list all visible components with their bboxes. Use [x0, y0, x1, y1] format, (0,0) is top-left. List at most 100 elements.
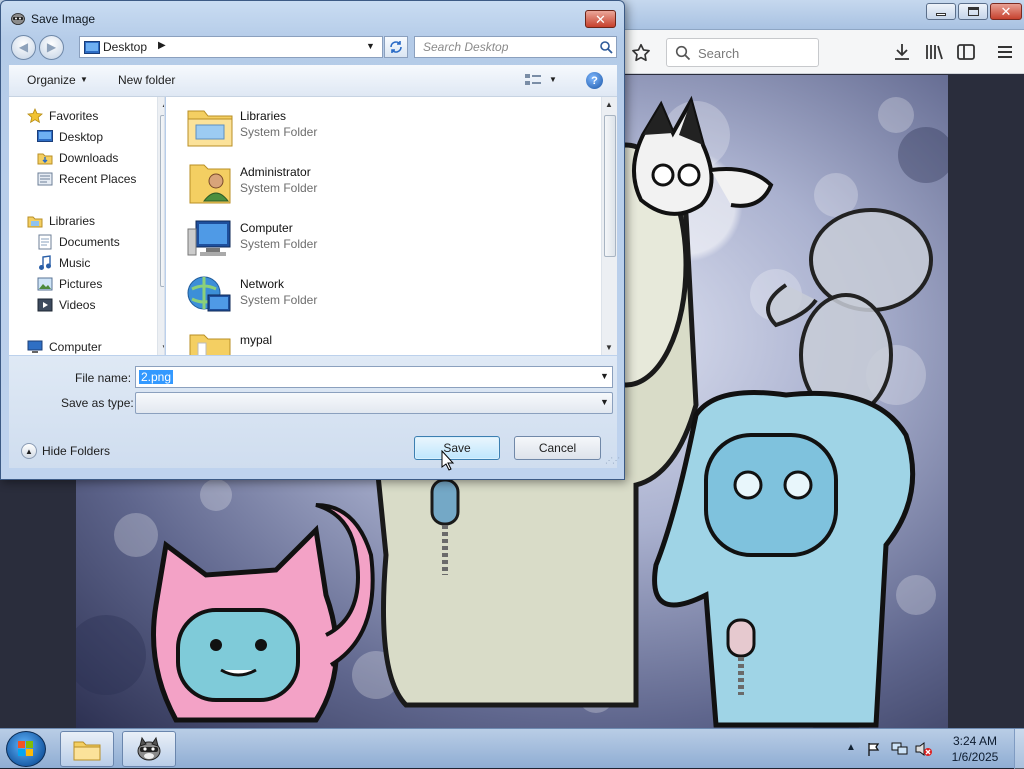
taskbar-explorer-button[interactable] — [60, 731, 114, 767]
new-folder-button[interactable]: New folder — [118, 73, 175, 87]
taskbar: ▲ 3:24 AM 1/6/2025 — [0, 728, 1024, 769]
dialog-title: Save Image — [31, 12, 96, 26]
windows-logo-icon — [18, 741, 33, 756]
clock-date[interactable]: 1/6/2025 — [944, 750, 1006, 764]
volume-muted-icon[interactable] — [915, 741, 933, 757]
organize-dropdown-icon[interactable]: ▼ — [80, 75, 88, 84]
action-center-flag-icon[interactable] — [866, 741, 882, 757]
forward-arrow-icon: ▶ — [46, 40, 57, 54]
minimize-icon — [936, 13, 946, 16]
computer-icon — [187, 220, 231, 256]
collapse-chevron-icon: ▲ — [21, 443, 37, 459]
nav-item-desktop[interactable]: Desktop — [37, 128, 103, 146]
views-dropdown-icon[interactable]: ▼ — [549, 75, 557, 84]
nav-item-videos[interactable]: Videos — [37, 296, 95, 314]
folder-icon — [189, 334, 231, 355]
sidebar-icon[interactable] — [956, 42, 976, 62]
address-breadcrumb-desktop[interactable]: Desktop — [103, 40, 147, 54]
file-item-computer[interactable]: Computer System Folder — [186, 213, 566, 263]
file-item-network[interactable]: Network System Folder — [186, 269, 566, 319]
navigation-pane: Favorites Desktop Downloads Recent Place… — [9, 97, 165, 355]
scrollbar-thumb[interactable] — [160, 115, 164, 287]
show-hidden-icons-icon[interactable]: ▲ — [846, 742, 856, 753]
resize-grip-icon[interactable]: ⋰⋰ — [605, 456, 620, 465]
nav-item-label: Pictures — [59, 277, 103, 291]
address-dropdown-icon[interactable]: ▼ — [366, 41, 375, 51]
back-arrow-icon: ◀ — [18, 40, 29, 54]
hide-folders-label: Hide Folders — [42, 444, 111, 458]
nav-item-recent-places[interactable]: Recent Places — [37, 170, 136, 188]
file-name-input[interactable]: 2.png ▼ — [135, 366, 613, 388]
network-icon[interactable] — [891, 741, 909, 757]
raccoon-app-icon — [11, 13, 25, 25]
file-list-scrollbar[interactable]: ▲ ▼ — [601, 97, 617, 355]
hamburger-menu-icon[interactable] — [995, 42, 1015, 62]
file-list: Libraries System Folder Administrator Sy… — [166, 97, 617, 355]
hide-folders-button[interactable]: ▲ Hide Folders — [21, 443, 110, 459]
nav-computer[interactable]: Computer — [27, 338, 102, 355]
nav-item-label: Recent Places — [59, 172, 137, 186]
nav-item-music[interactable]: Music — [37, 254, 90, 272]
file-item-administrator[interactable]: Administrator System Folder — [186, 157, 566, 207]
file-item-mypal[interactable]: mypal — [186, 325, 566, 355]
network-icon — [187, 276, 231, 312]
save-as-type-label: Save as type: — [61, 396, 134, 410]
close-icon: ✕ — [1000, 4, 1012, 19]
file-name-value[interactable]: 2.png — [139, 370, 174, 384]
search-desktop-input[interactable]: Search Desktop — [414, 36, 617, 58]
nav-libraries[interactable]: Libraries — [27, 212, 95, 230]
scroll-up-icon[interactable]: ▲ — [605, 100, 613, 109]
clock-time[interactable]: 3:24 AM — [944, 734, 1006, 748]
search-placeholder: Search Desktop — [423, 40, 509, 54]
nav-item-pictures[interactable]: Pictures — [37, 275, 102, 293]
help-icon[interactable]: ? — [586, 72, 603, 89]
cancel-button[interactable]: Cancel — [514, 436, 601, 460]
raccoon-app-icon — [137, 736, 161, 761]
organize-button[interactable]: Organize — [27, 73, 76, 87]
scroll-down-icon[interactable]: ▼ — [605, 343, 613, 352]
recent-places-icon — [37, 171, 53, 187]
maximize-button[interactable] — [958, 3, 988, 20]
nav-item-label: Desktop — [59, 130, 104, 144]
library-icon[interactable] — [924, 42, 944, 62]
bookmark-star-icon[interactable] — [630, 42, 652, 64]
start-button[interactable] — [6, 731, 46, 767]
scrollbar-thumb[interactable] — [604, 115, 616, 257]
forward-button[interactable]: ▶ — [39, 35, 64, 60]
file-name: Administrator — [240, 165, 311, 179]
address-bar[interactable]: Desktop ▶ ▼ — [79, 36, 383, 58]
close-button[interactable]: ✕ — [990, 3, 1022, 20]
file-item-libraries[interactable]: Libraries System Folder — [186, 101, 566, 151]
favorites-star-icon — [27, 108, 43, 124]
nav-item-label: Downloads — [59, 151, 119, 165]
taskbar-browser-button[interactable] — [122, 731, 176, 767]
show-desktop-button[interactable] — [1014, 729, 1024, 769]
change-view-icon[interactable] — [524, 73, 542, 87]
file-name-label: File name: — [75, 371, 132, 385]
back-button[interactable]: ◀ — [11, 35, 36, 60]
save-as-type-select[interactable]: ▼ — [135, 392, 613, 414]
refresh-button[interactable] — [384, 36, 408, 58]
save-button[interactable]: Save — [414, 436, 500, 460]
download-icon[interactable] — [892, 42, 912, 62]
music-icon — [37, 255, 53, 271]
nav-item-documents[interactable]: Documents — [37, 233, 120, 251]
nav-item-downloads[interactable]: Downloads — [37, 149, 118, 167]
scroll-up-icon[interactable]: ▲ — [161, 100, 164, 109]
minimize-button[interactable] — [926, 3, 956, 20]
pictures-icon — [37, 276, 53, 292]
file-name: mypal — [240, 333, 273, 347]
save-as-type-dropdown-icon[interactable]: ▼ — [600, 397, 609, 407]
documents-icon — [37, 234, 53, 250]
nav-favorites[interactable]: Favorites — [27, 107, 98, 125]
breadcrumb-chevron-icon[interactable]: ▶ — [158, 40, 166, 51]
user-folder-icon — [189, 164, 231, 204]
navigation-pane-scrollbar[interactable]: ▲ ▼ — [157, 97, 164, 355]
dialog-close-button[interactable]: ✕ — [585, 10, 616, 28]
file-name-dropdown-icon[interactable]: ▼ — [600, 371, 609, 381]
browser-search-box[interactable]: Search — [666, 38, 819, 67]
save-image-dialog: Save Image ✕ ◀ ▶ Desktop ▶ ▼ Search Desk… — [0, 0, 625, 480]
downloads-folder-icon — [37, 150, 53, 166]
dialog-toolbar: Organize ▼ New folder ▼ ? — [9, 65, 617, 97]
scroll-down-icon[interactable]: ▼ — [161, 343, 164, 352]
